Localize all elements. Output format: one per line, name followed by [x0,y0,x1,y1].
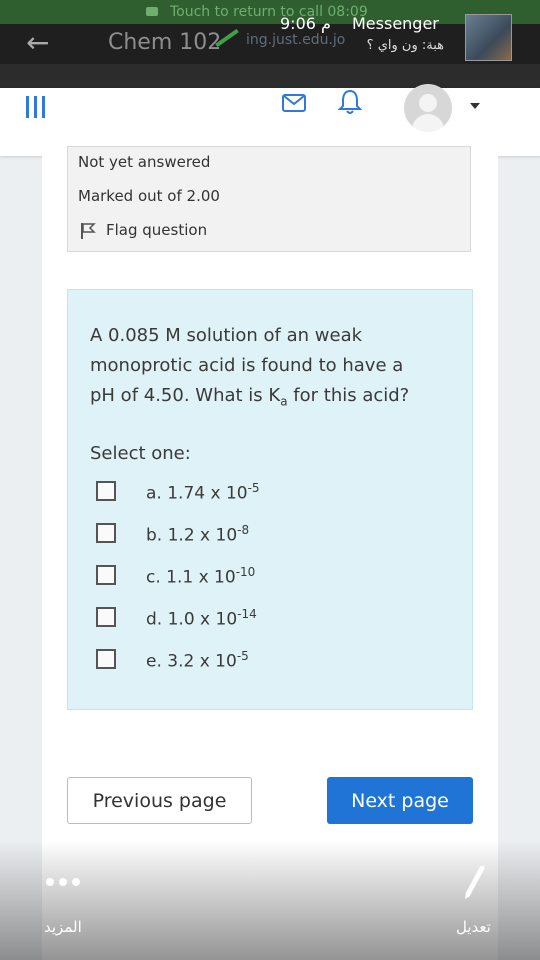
call-banner[interactable]: Touch to return to call 08:09 [0,0,540,24]
option-e[interactable]: e. 3.2 x 10-5 [96,649,396,673]
question-marks: Marked out of 2.00 [78,187,220,205]
question-text-line-3: pH of 4.50. What is Ka for this acid? [90,385,410,409]
select-one-label: Select one: [90,443,191,464]
hamburger-icon[interactable] [26,96,46,118]
more-label[interactable]: المزيد [44,918,82,936]
bell-icon[interactable] [337,88,363,116]
browser-title: Chem 102 [108,30,222,55]
option-c[interactable]: c. 1.1 x 10-10 [96,565,396,589]
option-a[interactable]: a. 1.74 x 10-5 [96,481,396,505]
call-banner-text: Touch to return to call 08:09 [170,4,368,20]
option-d-checkbox[interactable] [96,607,116,627]
next-page-button[interactable]: Next page [327,777,473,824]
question-status: Not yet answered [78,153,211,171]
browser-url: ing.just.edu.jo [246,32,346,48]
user-avatar[interactable] [404,84,452,132]
option-d[interactable]: d. 1.0 x 10-14 [96,607,396,631]
caret-down-icon[interactable] [470,103,480,109]
option-d-label[interactable]: d. 1.0 x 10-14 [146,607,257,630]
option-b-label[interactable]: b. 1.2 x 10-8 [146,523,249,546]
option-c-label[interactable]: c. 1.1 x 10-10 [146,565,255,588]
status-strip [0,64,540,88]
previous-page-button[interactable]: Previous page [67,777,252,824]
option-e-checkbox[interactable] [96,649,116,669]
option-a-checkbox[interactable] [96,481,116,501]
notification-sender[interactable]: هبة: ون واي ؟ [352,38,444,53]
question-text-line-1: A 0.085 M solution of an weak [90,325,363,346]
edit-label[interactable]: تعديل [456,918,491,936]
notification-app[interactable]: Messenger [352,14,439,33]
messages-icon[interactable] [282,94,306,112]
option-c-checkbox[interactable] [96,565,116,585]
notification-avatar[interactable] [465,14,512,61]
more-dots-icon[interactable] [46,878,80,886]
notification-time: 9:06 م [280,14,331,33]
option-b[interactable]: b. 1.2 x 10-8 [96,523,396,547]
flag-icon[interactable] [80,222,96,239]
edit-pencil-icon[interactable] [462,865,486,900]
option-a-label[interactable]: a. 1.74 x 10-5 [146,481,260,504]
option-e-label[interactable]: e. 3.2 x 10-5 [146,649,249,672]
option-b-checkbox[interactable] [96,523,116,543]
video-camera-icon [146,7,158,16]
bottom-overlay [0,840,540,960]
back-arrow-icon[interactable]: ← [26,26,49,59]
question-text-line-2: monoprotic acid is found to have a [90,355,404,376]
flag-question-link[interactable]: Flag question [106,221,207,239]
